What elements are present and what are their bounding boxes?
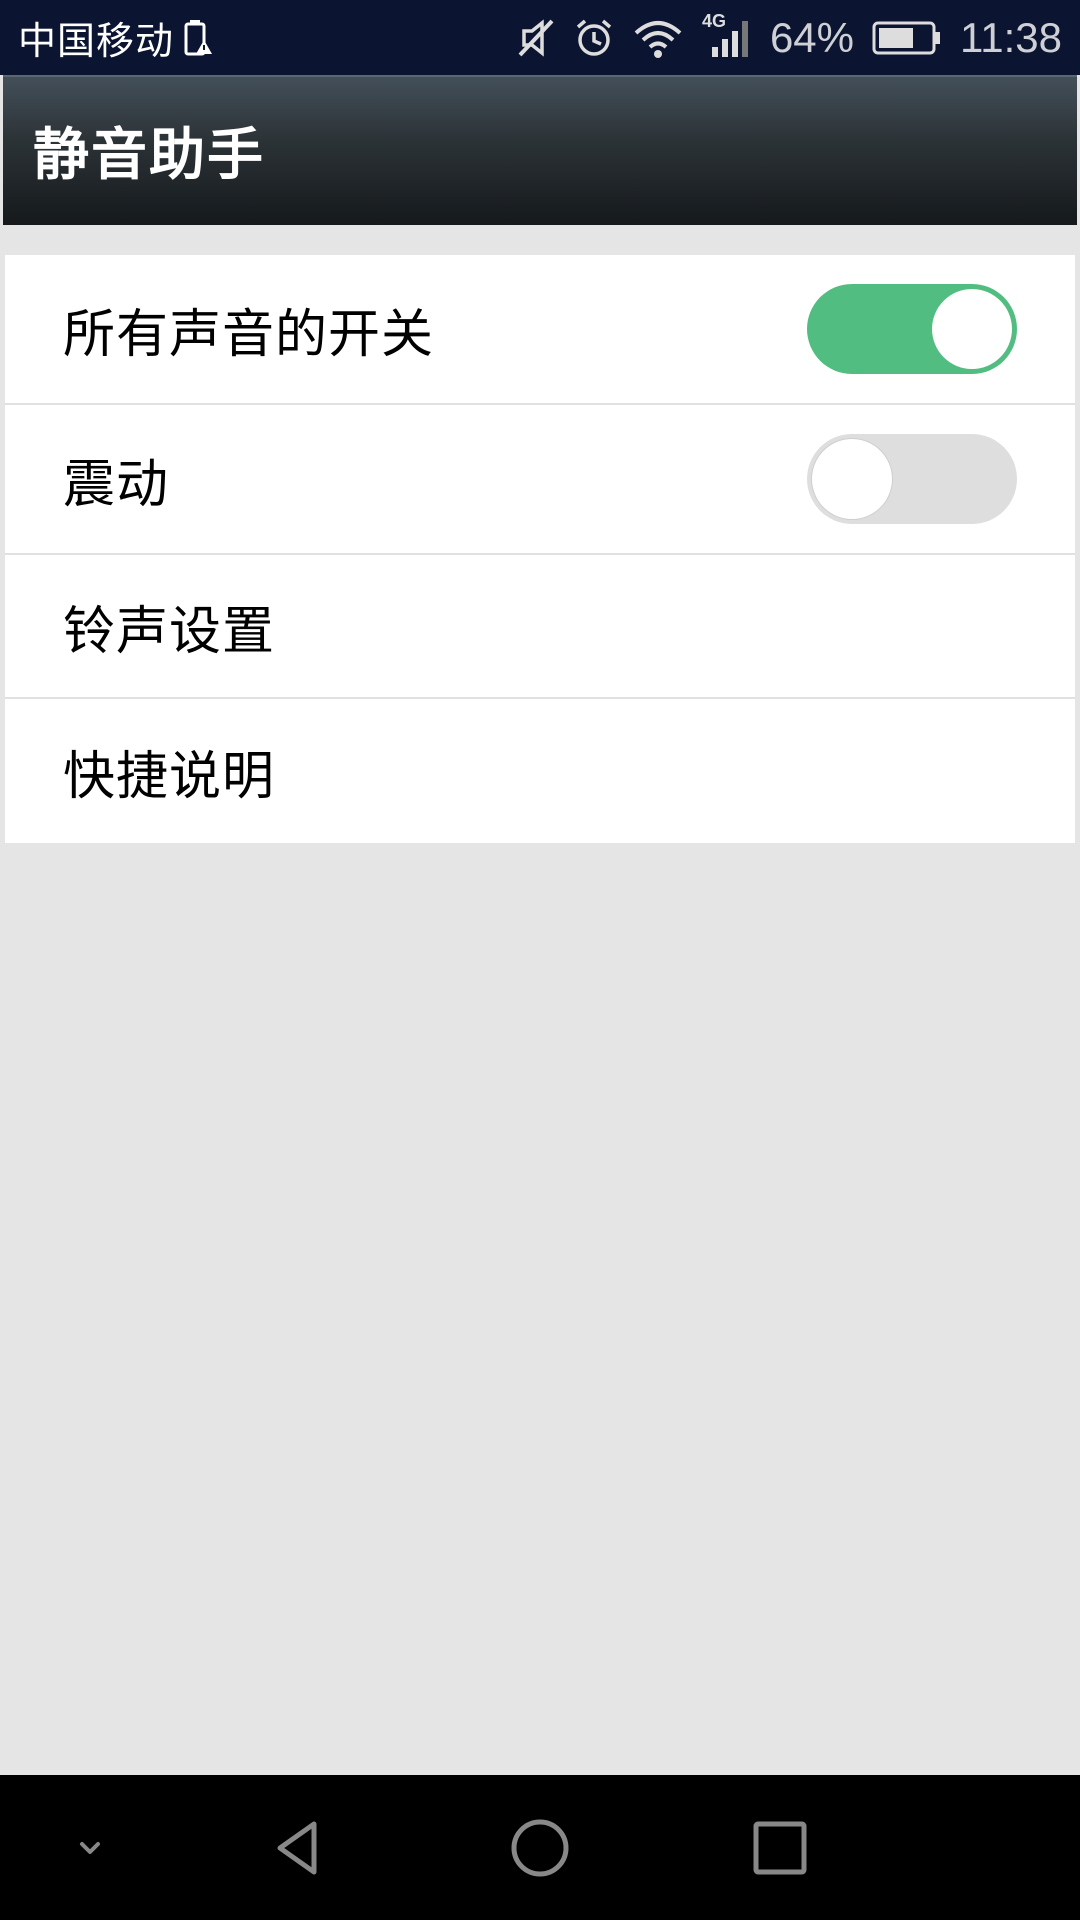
alarm-icon xyxy=(574,17,614,59)
setting-vibrate[interactable]: 震动 xyxy=(5,405,1075,555)
navigation-bar xyxy=(0,1775,1080,1920)
setting-label: 铃声设置 xyxy=(63,601,276,662)
all-sounds-toggle[interactable] xyxy=(807,284,1017,374)
recents-icon[interactable] xyxy=(720,1775,840,1920)
toggle-knob xyxy=(932,289,1012,369)
vibrate-toggle[interactable] xyxy=(807,434,1017,524)
wifi-icon xyxy=(632,17,684,59)
battery-icon xyxy=(872,20,942,56)
setting-all-sounds[interactable]: 所有声音的开关 xyxy=(5,255,1075,405)
app-bar: 静音助手 xyxy=(3,75,1077,225)
setting-label: 震动 xyxy=(63,454,170,515)
clock: 11:38 xyxy=(960,13,1062,61)
carrier-label: 中国移动 xyxy=(18,19,175,63)
home-icon[interactable] xyxy=(480,1775,600,1920)
signal-icon: 4G xyxy=(702,11,752,59)
back-icon[interactable] xyxy=(240,1775,360,1920)
setting-label: 所有声音的开关 xyxy=(63,304,435,365)
page-title: 静音助手 xyxy=(33,122,265,188)
collapse-icon[interactable] xyxy=(30,1775,150,1920)
network-type-label: 4G xyxy=(701,10,726,31)
battery-percent: 64% xyxy=(769,13,854,61)
setting-label: 快捷说明 xyxy=(63,746,276,807)
mute-icon xyxy=(516,17,556,59)
battery-alert-icon xyxy=(184,18,214,58)
setting-quick-guide[interactable]: 快捷说明 xyxy=(5,699,1075,843)
status-bar: 中国移动 4G 64% 11:38 xyxy=(0,0,1080,75)
setting-ringtone[interactable]: 铃声设置 xyxy=(5,555,1075,699)
toggle-knob xyxy=(812,439,892,519)
settings-list: 所有声音的开关 震动 铃声设置 快捷说明 xyxy=(5,255,1075,843)
